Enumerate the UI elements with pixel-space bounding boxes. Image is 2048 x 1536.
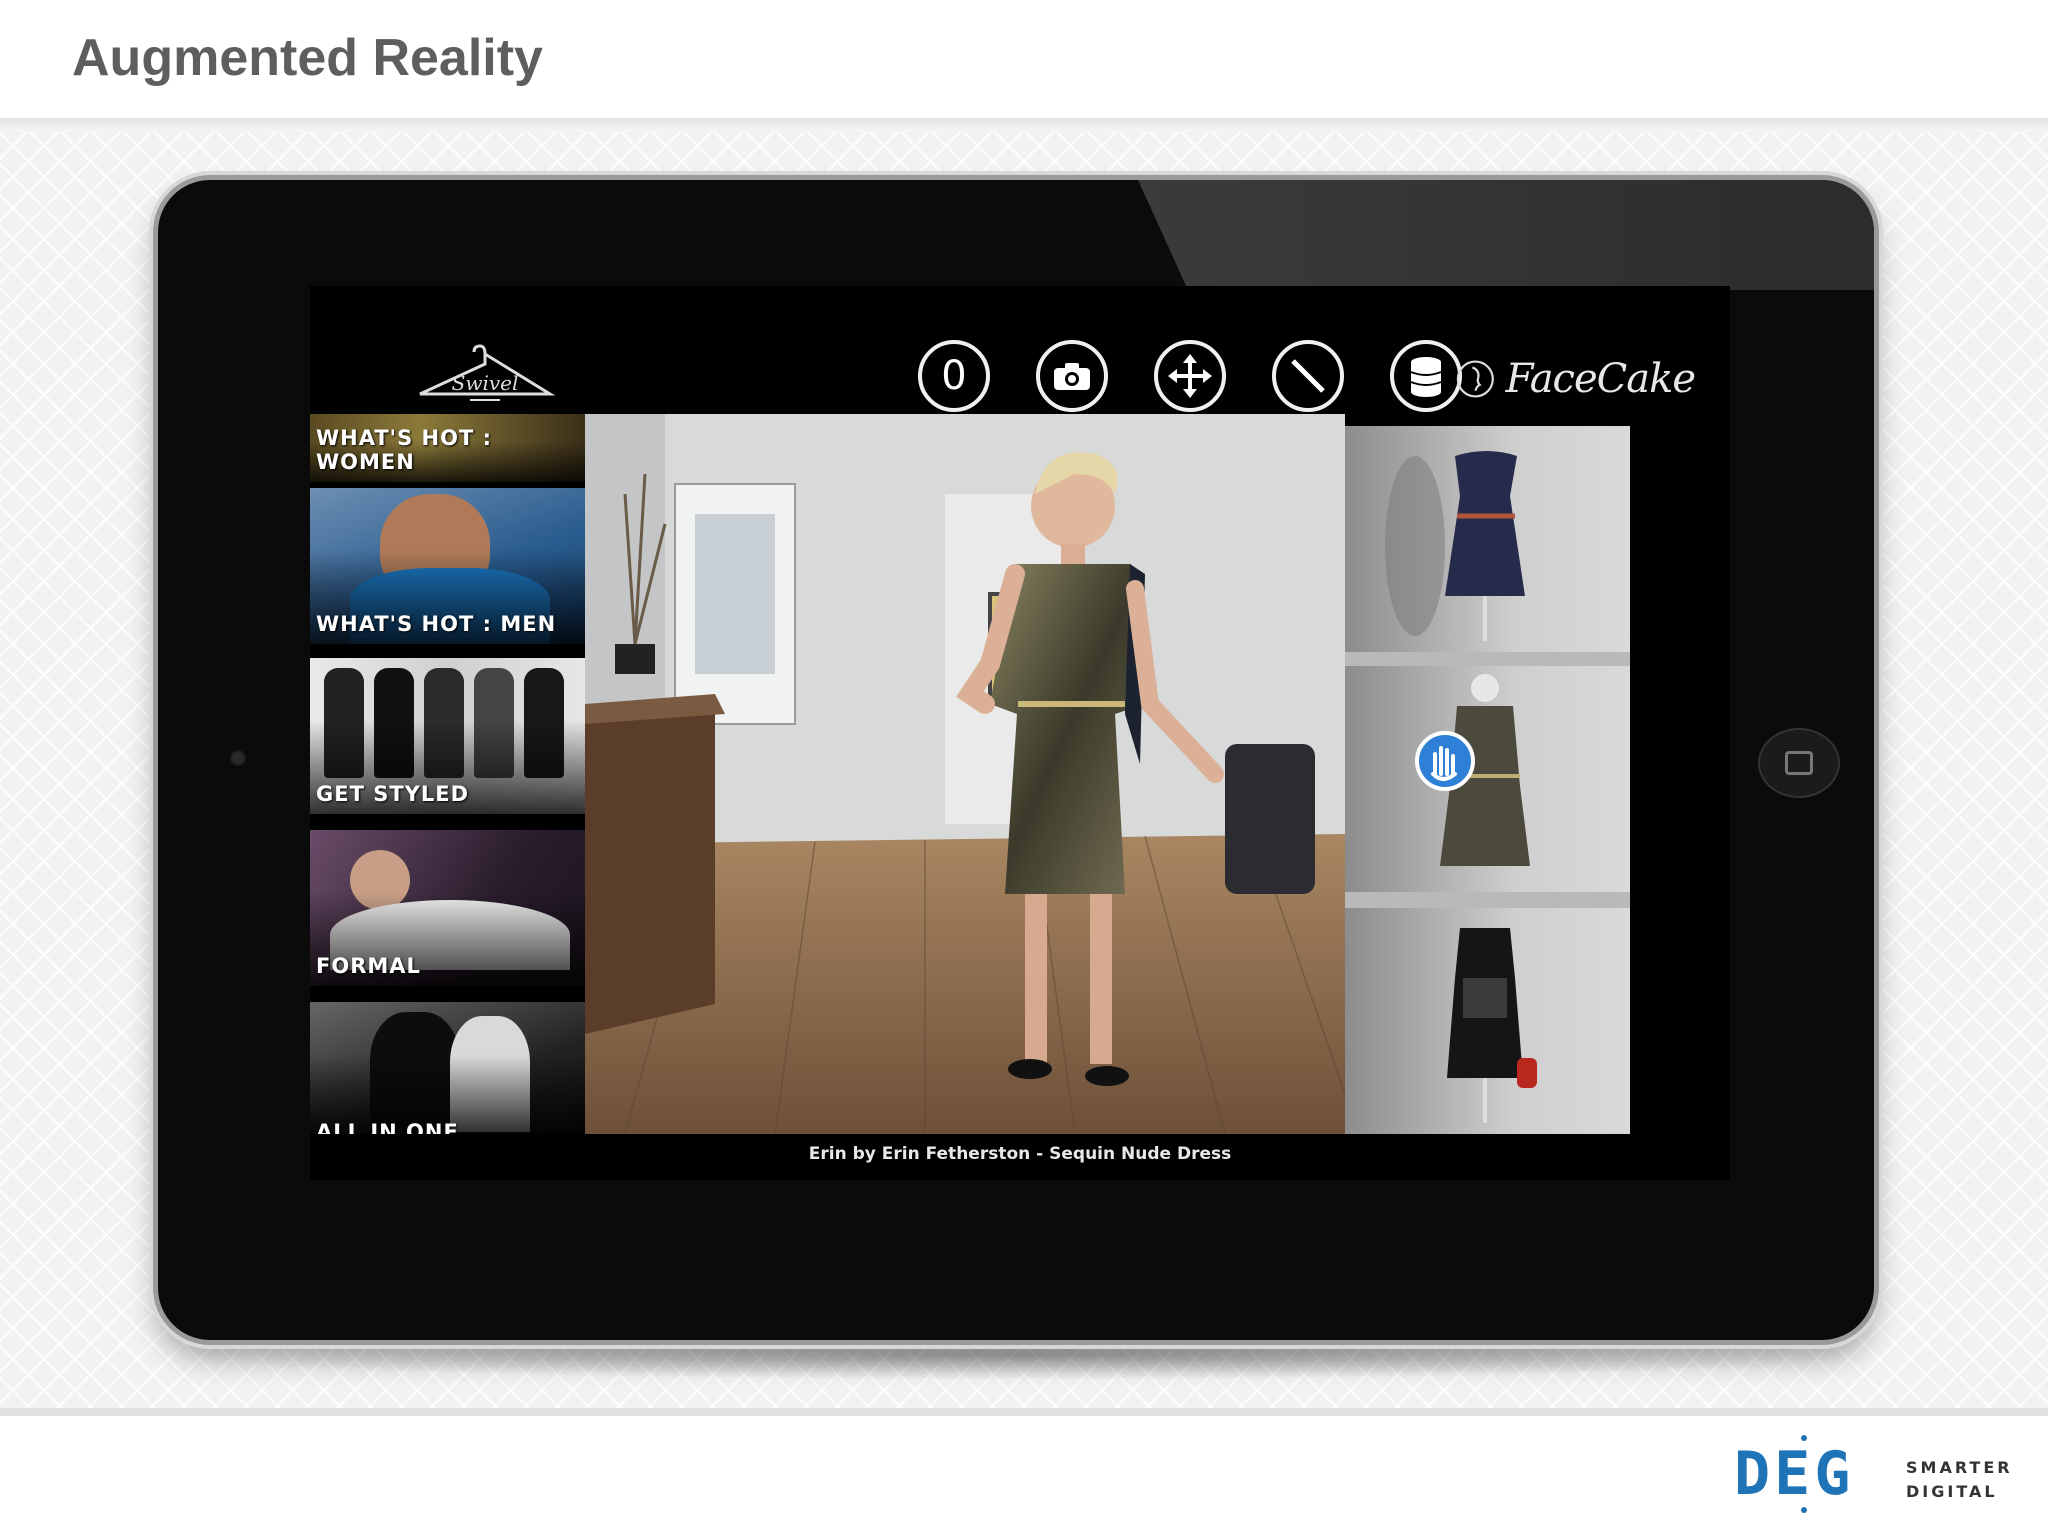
database-icon — [1410, 357, 1442, 397]
black-dress-image — [1447, 928, 1537, 1123]
header-divider — [0, 118, 2048, 132]
front-camera — [230, 750, 246, 766]
camera-icon — [1054, 363, 1090, 390]
product-caption: Erin by Erin Fetherston - Sequin Nude Dr… — [808, 1144, 1232, 1164]
deg-logo: DEG — [1734, 1435, 1854, 1513]
category-formal[interactable]: FORMAL — [310, 830, 585, 986]
svg-text:Swivel: Swivel — [452, 371, 519, 395]
facecake-logo-text: FaceCake — [1505, 356, 1696, 402]
ar-camera-view[interactable] — [585, 414, 1345, 1134]
footer-divider — [0, 1408, 2048, 1416]
category-all-in-one[interactable]: ALL IN ONE — [310, 1002, 585, 1134]
database-button[interactable] — [1390, 340, 1462, 412]
category-label: ALL IN ONE — [316, 1120, 459, 1134]
face-profile-icon — [1456, 360, 1494, 398]
counter-icon: 0 — [941, 353, 967, 399]
move-button[interactable] — [1154, 340, 1226, 412]
clear-button[interactable] — [1272, 340, 1344, 412]
slide-title: Augmented Reality — [72, 29, 543, 87]
category-womens[interactable]: WHAT'S HOT : WOMEN — [310, 414, 585, 482]
dress-selection-strip — [1345, 426, 1630, 1134]
category-label: FORMAL — [316, 954, 421, 978]
swivel-logo: Swivel — [419, 344, 556, 401]
dress-thumb-sequin[interactable] — [1345, 666, 1630, 892]
app-toolbar: Swivel 0 FaceCake — [310, 286, 1730, 416]
app-screen: Swivel 0 FaceCake WHAT'S HOT: WOMEN WHA… — [310, 286, 1730, 1180]
category-sidebar: WHAT'S HOT : WOMEN WHAT'S HOT : MEN GET … — [310, 414, 585, 1134]
tagline-line2: DIGITAL — [1906, 1482, 1998, 1501]
ar-scene — [585, 414, 1345, 1134]
tagline-line1: SMARTER — [1906, 1458, 2013, 1477]
dress-thumb-navy[interactable] — [1345, 426, 1630, 652]
deg-tagline: SMARTER DIGITAL — [1906, 1456, 2013, 1504]
no-icon — [1291, 359, 1325, 393]
category-mens[interactable]: WHAT'S HOT : MEN — [310, 488, 585, 644]
move-icon — [1168, 354, 1212, 398]
facecake-logo: FaceCake — [1455, 344, 1696, 414]
dress-thumb-black[interactable] — [1345, 908, 1630, 1134]
category-get-styled[interactable]: GET STYLED — [310, 658, 585, 814]
category-label: GET STYLED — [316, 782, 470, 806]
camera-button[interactable] — [1036, 340, 1108, 412]
category-label: WHAT'S HOT : WOMEN — [316, 426, 493, 474]
svg-text:DEG: DEG — [1734, 1439, 1854, 1509]
counter-button[interactable]: 0 — [918, 340, 990, 412]
tablet-device: Swivel 0 FaceCake WHAT'S HOT: WOMEN WHA… — [158, 180, 1874, 1340]
navy-dress-image — [1385, 451, 1525, 641]
home-button[interactable] — [1758, 728, 1840, 798]
category-label: WHAT'S HOT : MEN — [316, 612, 557, 636]
sequin-dress-image — [1415, 674, 1530, 866]
screen-glare — [1138, 180, 1874, 290]
